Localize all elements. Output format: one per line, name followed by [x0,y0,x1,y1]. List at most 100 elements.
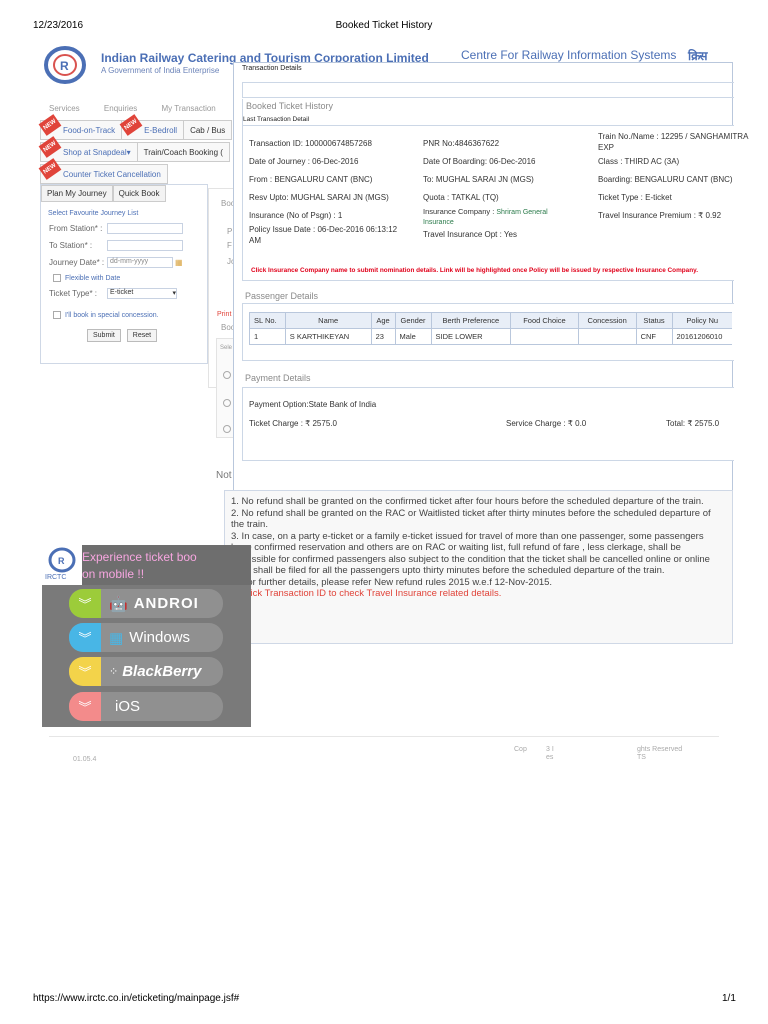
ios-store-button[interactable]: ︾ iOS [69,692,223,721]
transaction-id-link[interactable]: Transaction ID: 100000674857268 [249,139,372,148]
new-badge: NEW [38,114,62,136]
to-station: To: MUGHAL SARAI JN (MGS) [423,175,534,184]
payment-option: Payment Option:State Bank of India [249,400,377,409]
col-gender: Gender [394,312,432,329]
copyright-text: Cop [514,746,527,753]
chevron-down-icon: ︾ [69,623,101,652]
from-station-label: From Station* : [49,224,103,233]
from-station-input[interactable] [107,223,183,234]
concession-label: I'll book in special concession. [65,311,159,319]
note-item: 4. For further details, please refer New… [231,576,553,588]
col-age: Age [370,312,396,329]
train-name-cont: EXP [598,143,615,152]
refund-notes: 1. No refund shall be granted on the con… [224,490,733,644]
passenger-table: SL No. Name Age Gender Berth Preference … [249,312,732,345]
nav-enquiries[interactable]: Enquiries [104,104,137,113]
tab-row-1: NEW Food-on-Track NEW E-Bedroll Cab / Bus [38,114,233,140]
quota: Quota : TATKAL (TQ) [423,193,499,202]
radio-behind [223,371,231,379]
bth-title: Booked Ticket History [246,101,334,111]
ticket-type: Ticket Type : E-ticket [598,193,672,202]
windows-icon: ▦ [109,629,124,647]
note-item-highlight: 5. Click Transaction ID to check Travel … [231,588,502,599]
passenger-details-title: Passenger Details [245,291,319,301]
copyright-fragment-2: es [546,754,554,761]
radio-behind [223,425,231,433]
new-badge: NEW [119,114,143,136]
chevron-down-icon: ︾ [69,589,101,618]
chevron-down-icon: ︾ [69,692,101,721]
total-amount: Total: ₹ 2575.0 [666,419,720,428]
calendar-icon[interactable]: ▦ [175,258,183,267]
org-subtitle: A Government of India Enterprise [101,66,220,75]
selection-list-behind: Sele [216,338,234,438]
blackberry-store-button[interactable]: ︾ ⁘ BlackBerry [69,657,223,686]
col-concession: Concession [577,312,637,329]
note-item: 2. No refund shall be granted on the RAC… [231,507,711,531]
tab-train-coach-booking[interactable]: Train/Coach Booking ( [136,142,230,162]
android-store-button[interactable]: ︾ 🤖 ANDROI [69,589,223,618]
reservation-upto: Resv Upto: MUGHAL SARAI JN (MGS) [249,193,389,202]
tab-cab-bus[interactable]: Cab / Bus [183,120,233,140]
footer-divider [49,736,719,737]
pnr-number: PNR No:4846367622 [423,139,500,148]
class: Class : THIRD AC (3A) [598,157,680,166]
print-title: Booked Ticket History [335,20,433,31]
tab-e-bedroll[interactable]: NEW E-Bedroll [119,114,185,140]
travel-insurance-opt: Travel Insurance Opt : Yes [423,230,517,239]
banner-headline: Experience ticket boo on mobile !! [82,550,197,581]
insurance-count: Insurance (No of Psgn) : 1 [249,211,343,220]
col-status: Status [635,312,673,329]
mobile-app-banner[interactable]: R IRCTC Experience ticket boo on mobile !… [42,545,251,727]
journey-date-input[interactable]: dd-mm-yyyy [107,257,173,268]
table-row: 1 S KARTHIKEYAN 23 Male SIDE LOWER CNF 2… [249,328,732,345]
copyright-fragment: 3 I [546,746,554,753]
to-station-label: To Station* : [49,241,93,250]
col-food: Food Choice [510,312,579,329]
flexible-date-checkbox[interactable] [53,274,61,282]
reset-button[interactable]: Reset [126,329,158,342]
insurance-company: Insurance Company : Shriram General Insu… [423,207,548,226]
policy-issue-date-cont: AM [249,236,261,245]
to-station-input[interactable] [107,240,183,251]
windows-store-button[interactable]: ︾ ▦ Windows [69,623,223,652]
svg-text:R: R [60,59,69,73]
insurance-note: Click Insurance Company name to submit n… [251,267,698,274]
last-transaction-label: Last Transaction Detail [243,116,310,123]
submit-button[interactable]: Submit [87,329,121,342]
nav-my-transaction[interactable]: My Transaction [162,104,216,113]
train-name: Train No./Name : 12295 / SANGHAMITRA [598,132,749,141]
chevron-down-icon: ︾ [69,657,101,686]
boarding-station: Boarding: BENGALURU CANT (BNC) [598,175,733,184]
tab-quick-book[interactable]: Quick Book [112,185,166,202]
transaction-detail-box [242,125,734,281]
print-page-number: 1/1 [722,993,736,1004]
modal-search-field[interactable] [242,82,734,98]
table-header-row: SL No. Name Age Gender Berth Preference … [249,312,732,329]
tab-row-2: NEW Shop at Snapdeal▾ Train/Coach Booking… [38,136,230,162]
note-item: 3. In case, on a party e-ticket or a fam… [231,530,710,577]
favourite-journey-link[interactable]: Select Favourite Journey List [48,210,207,217]
concession-checkbox[interactable] [53,311,61,319]
nav-services[interactable]: Services [49,104,80,113]
service-charge: Service Charge : ₹ 0.0 [506,419,587,428]
policy-issue-date: Policy Issue Date : 06-Dec-2016 06:13:12 [249,225,398,234]
tab-plan-my-journey[interactable]: Plan My Journey [41,185,113,202]
modal-title: Transaction Details [242,65,302,72]
tab-row-3: NEW Counter Ticket Cancellation [38,158,168,184]
rights-reserved: ghts Reserved [637,746,683,753]
note-item: 1. No refund shall be granted on the con… [231,496,704,507]
rights-reserved-2: TS [637,754,646,761]
android-icon: 🤖 [109,595,128,613]
col-berth: Berth Preference [430,312,512,329]
chevron-down-icon: ▾ [172,290,176,297]
notes-heading: Not [216,470,232,481]
svg-text:R: R [58,556,65,566]
cris-logo: क्रिस [688,49,707,63]
blackberry-icon: ⁘ [109,666,119,678]
irctc-logo: R [43,45,87,85]
ticket-type-select[interactable]: E-ticket ▾ [107,288,177,299]
tab-counter-ticket-cancellation[interactable]: NEW Counter Ticket Cancellation [38,158,168,184]
col-policy: Policy Nu [671,312,732,329]
print-url: https://www.irctc.co.in/eticketing/mainp… [33,993,240,1004]
